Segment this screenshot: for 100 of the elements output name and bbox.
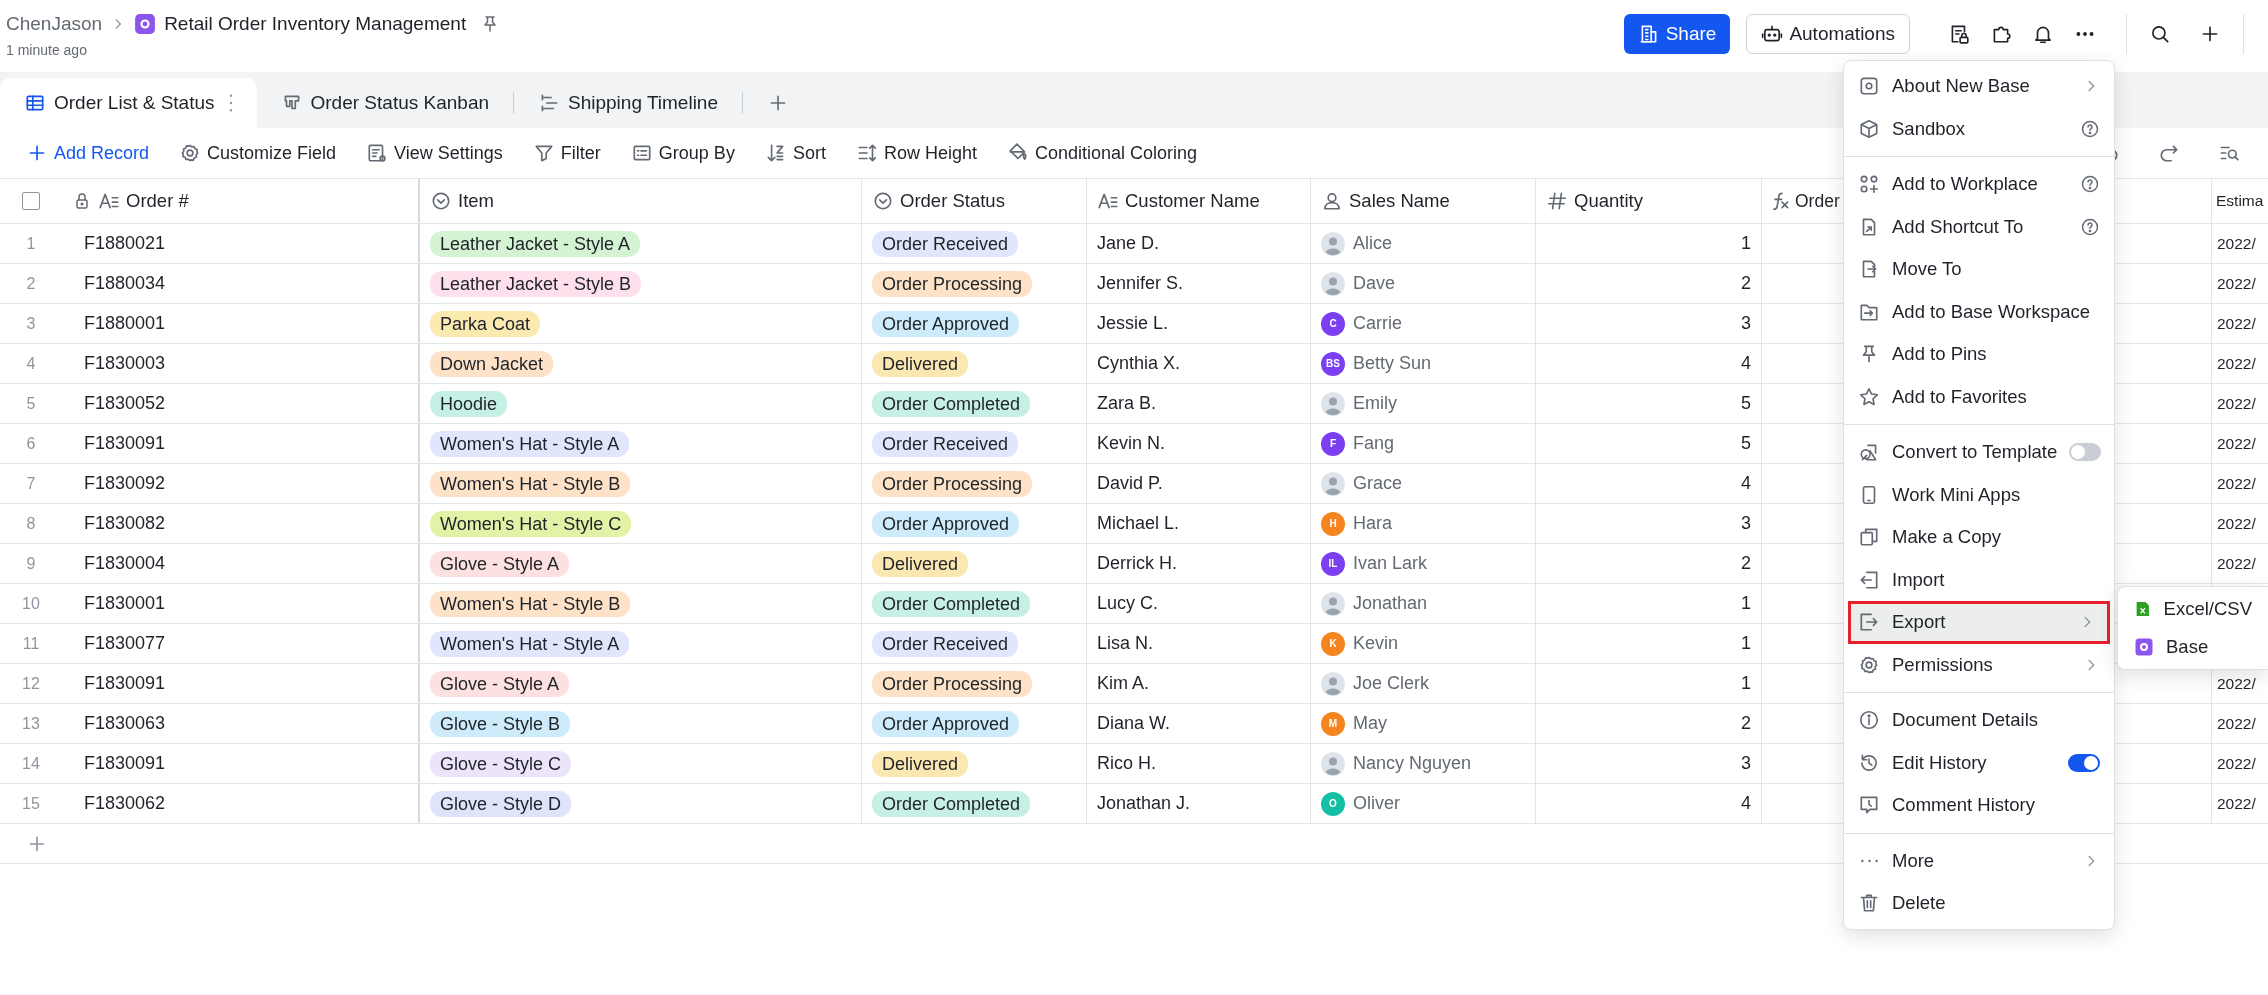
table-cell-text: F1830092 — [83, 472, 166, 495]
menu-item[interactable]: Make a Copy — [1844, 516, 2114, 559]
table-cell-text: Nancy Nguyen — [1353, 752, 1472, 775]
table-cell-text: F1830004 — [83, 552, 166, 575]
avatar: BS — [1321, 351, 1345, 376]
table-cell-text: Lucy C. — [1097, 592, 1159, 615]
item-tag: Parka Coat — [430, 310, 541, 337]
menu-item[interactable]: Add to Favorites — [1844, 375, 2114, 418]
table-cell-text: 2022/ — [2217, 793, 2256, 814]
toolbar-button[interactable]: Sort — [764, 139, 826, 167]
toolbar-button[interactable]: Filter — [532, 139, 601, 167]
column-header[interactable]: Order # — [126, 187, 189, 215]
view-tab[interactable]: Order List & Status — [0, 78, 257, 128]
menu-item[interactable]: Sandbox — [1844, 107, 2114, 150]
document-gear-icon — [366, 142, 389, 164]
toolbar-button[interactable]: Conditional Coloring — [1006, 139, 1198, 167]
menu-item[interactable]: About New Base — [1844, 65, 2114, 108]
toolbar-button[interactable]: View Settings — [366, 139, 503, 167]
table-cell-text: 1 — [1741, 592, 1751, 615]
table-cell-text: 4 — [1741, 792, 1751, 815]
status-tag: Delivered — [872, 550, 969, 577]
item-tag: Glove - Style B — [430, 710, 571, 737]
table-cell-text: 4 — [1741, 352, 1751, 375]
table-cell-text: F1830082 — [83, 512, 166, 535]
table-cell-text: 2022/ — [2217, 353, 2256, 374]
avatar — [1321, 471, 1345, 496]
toggle-switch[interactable] — [2069, 443, 2102, 462]
status-tag: Delivered — [872, 350, 969, 377]
automations-button[interactable]: Automations — [1746, 14, 1910, 54]
table-cell-text: F1830091 — [83, 672, 166, 695]
select-all-checkbox[interactable] — [22, 192, 40, 210]
menu-item[interactable]: Delete — [1844, 882, 2114, 925]
status-tag: Order Approved — [872, 710, 1020, 737]
table-cell-text: Hara — [1353, 512, 1392, 535]
toolbar-button[interactable]: Customize Field — [179, 139, 337, 167]
menu-item[interactable]: Add Shortcut To — [1844, 205, 2114, 248]
table-cell-text: 2022/ — [2217, 473, 2256, 494]
view-tab[interactable]: Shipping Timeline — [514, 78, 742, 128]
status-tag: Order Received — [872, 630, 1019, 657]
menu-item[interactable]: More — [1844, 839, 2114, 882]
status-tag: Order Approved — [872, 310, 1020, 337]
status-tag: Delivered — [872, 750, 969, 777]
submenu-item[interactable]: Excel/CSV — [2118, 590, 2268, 628]
menu-item[interactable]: Add to Base Workspace — [1844, 290, 2114, 333]
menu-item[interactable]: Move To — [1844, 248, 2114, 291]
item-tag: Leather Jacket - Style A — [430, 230, 641, 257]
menu-item[interactable]: Add to Pins — [1844, 333, 2114, 376]
menu-item[interactable]: Document Details — [1844, 699, 2114, 742]
star-icon — [1858, 385, 1880, 408]
column-header[interactable]: Item — [458, 187, 494, 215]
status-tag: Order Processing — [872, 470, 1033, 497]
submenu-item[interactable]: Base — [2118, 628, 2268, 666]
column-header[interactable]: Order Status — [900, 187, 1005, 215]
menu-item[interactable]: Import — [1844, 558, 2114, 601]
toolbar-button[interactable]: Group By — [630, 139, 735, 167]
share-button[interactable]: Share — [1623, 14, 1731, 54]
table-cell-text: Kevin — [1353, 632, 1399, 655]
toolbar-button[interactable]: Add Record — [26, 139, 150, 167]
person-icon — [1321, 190, 1343, 212]
menu-item[interactable]: Permissions — [1844, 643, 2114, 686]
avatar: H — [1321, 511, 1345, 536]
menu-item[interactable]: Export — [1848, 601, 2110, 644]
table-cell-text: Fang — [1353, 432, 1395, 455]
table-cell-text: 5 — [1741, 392, 1751, 415]
toggle-switch[interactable] — [2068, 753, 2100, 772]
menu-item[interactable]: Work Mini Apps — [1844, 473, 2114, 516]
menu-item[interactable]: Add to Workplace — [1844, 163, 2114, 206]
toolbar-button[interactable]: Row Height — [855, 139, 977, 167]
row-number: 5 — [26, 393, 36, 414]
menu-item[interactable]: Edit History — [1844, 741, 2114, 784]
menu-item[interactable]: Convert to Template — [1844, 431, 2114, 474]
table-cell-text: F1830003 — [83, 352, 166, 375]
row-number: 2 — [26, 273, 36, 294]
row-number: 15 — [22, 793, 40, 814]
table-cell-text: Rico H. — [1097, 752, 1156, 775]
table-cell-text: Michael L. — [1097, 512, 1180, 535]
table-cell-text: Betty Sun — [1353, 352, 1432, 375]
base-app-icon — [2134, 637, 2154, 657]
column-header[interactable]: Quantity — [1574, 187, 1643, 215]
column-header[interactable]: Estima — [2216, 189, 2264, 213]
help-icon — [2080, 118, 2100, 139]
row-number: 9 — [26, 553, 36, 574]
table-cell-text: 2022/ — [2217, 313, 2256, 334]
row-number: 6 — [26, 433, 36, 454]
menu-item[interactable]: Comment History — [1844, 784, 2114, 827]
table-cell-text: 3 — [1741, 752, 1751, 775]
breadcrumb-link[interactable]: ChenJason — [6, 9, 103, 39]
avatar — [1321, 231, 1345, 256]
item-tag: Women's Hat - Style B — [430, 590, 631, 617]
table-cell-text: Ivan Lark — [1353, 552, 1428, 575]
last-edited-time: 1 minute ago — [6, 41, 88, 60]
column-header[interactable]: Order — [1795, 187, 1840, 215]
avatar: M — [1321, 711, 1345, 736]
item-tag: Glove - Style D — [430, 790, 572, 817]
column-header[interactable]: Sales Name — [1349, 187, 1450, 215]
item-tag: Women's Hat - Style B — [430, 470, 631, 497]
column-header[interactable]: Customer Name — [1125, 187, 1260, 215]
export-icon — [1858, 611, 1880, 634]
view-tab[interactable]: Order Status Kanban — [256, 78, 513, 128]
table-cell-text: F1830052 — [83, 392, 166, 415]
